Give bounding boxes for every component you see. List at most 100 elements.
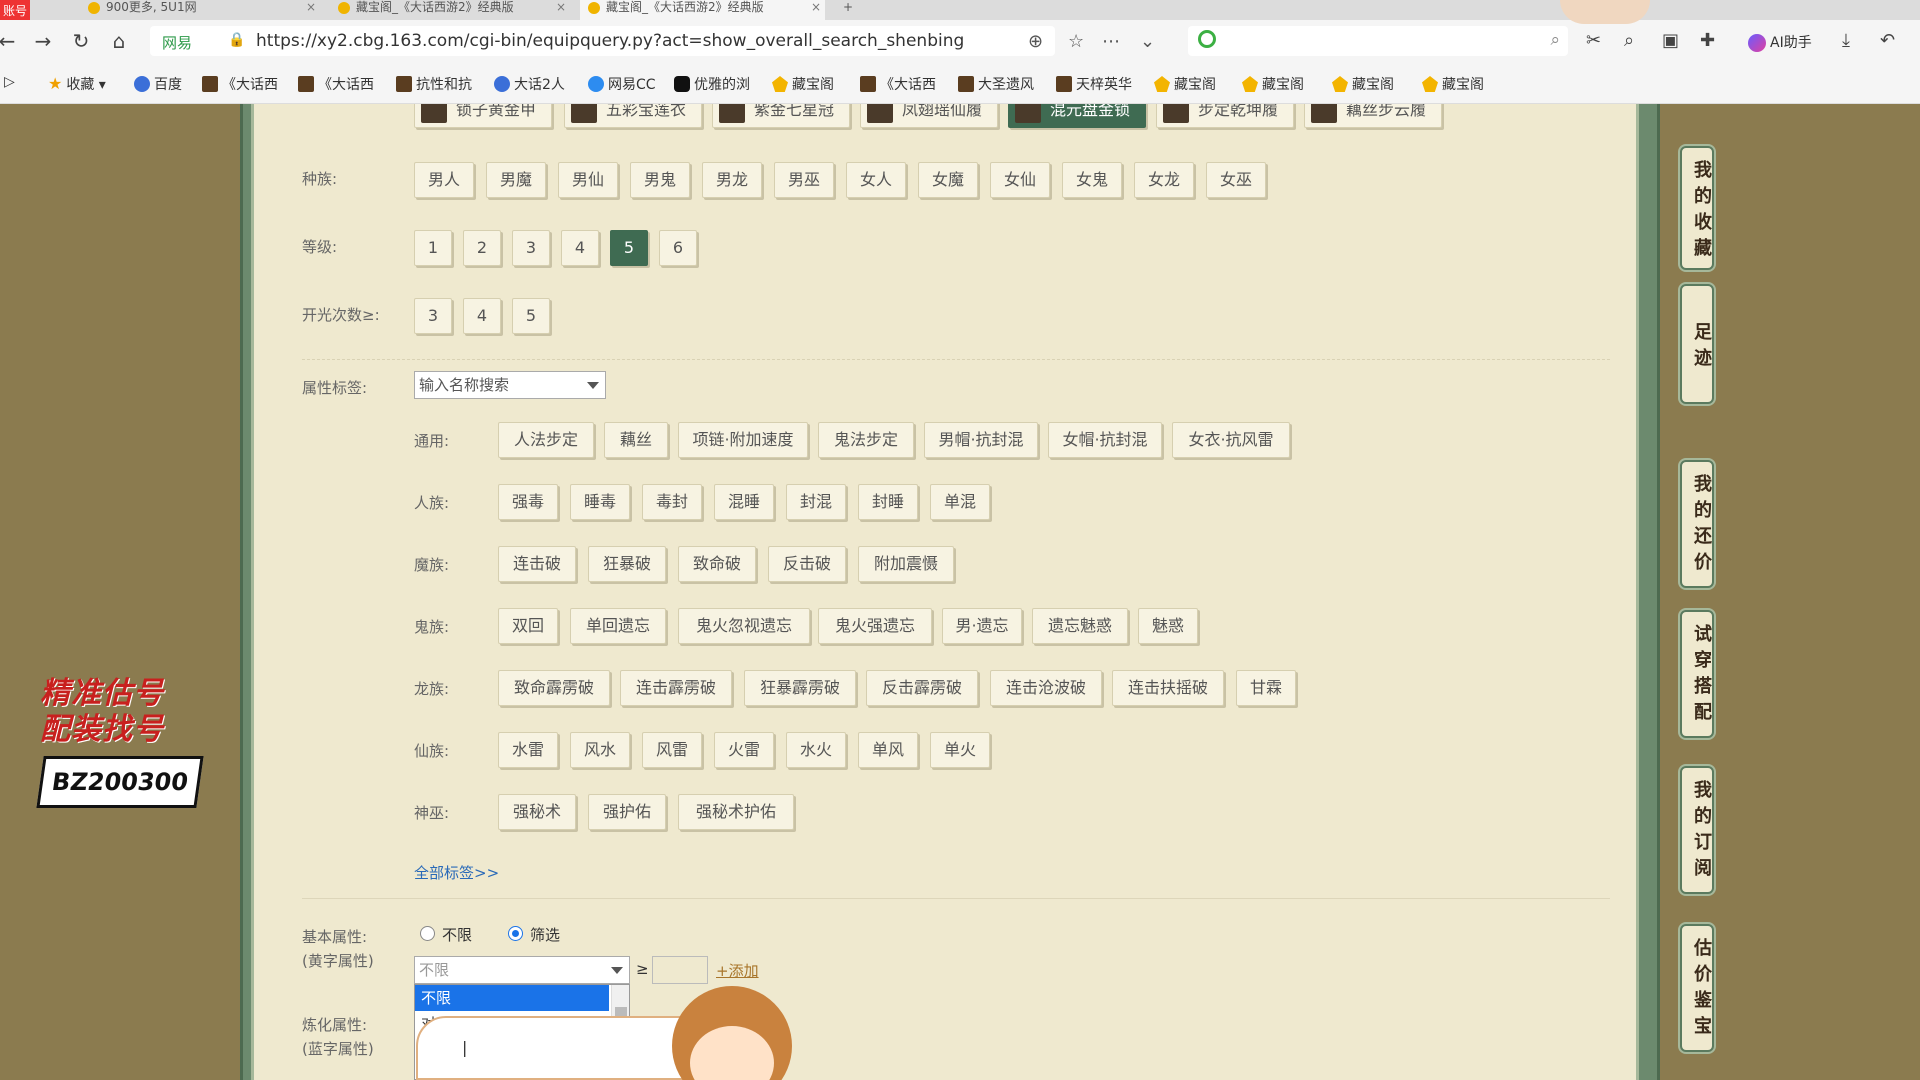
close-tab-icon[interactable]: × [811,0,821,14]
tag-button[interactable]: 人法步定 [498,422,594,458]
tag-button[interactable]: 女帽·抗封混 [1048,422,1162,458]
tag-button[interactable]: 连击扶摇破 [1112,670,1224,706]
browser-tab[interactable]: 藏宝阁_《大话西游2》经典版 × [330,0,570,20]
tag-button[interactable]: 混睡 [714,484,774,520]
tag-button[interactable]: 双回 [498,608,558,644]
bookmark-item[interactable]: 藏宝阁 [1332,74,1394,94]
basic-attr-select[interactable]: 不限 [414,956,630,984]
tag-button[interactable]: 水雷 [498,732,558,768]
tag-button[interactable]: 藕丝 [604,422,668,458]
ai-assistant-button[interactable]: AI助手 [1748,32,1812,52]
attribute-value-input[interactable] [652,956,708,984]
close-tab-icon[interactable]: × [306,0,316,14]
url-text[interactable]: https://xy2.cbg.163.com/cgi-bin/equipque… [256,31,964,51]
level-option[interactable]: 6 [659,230,697,266]
browser-tab[interactable]: 900更多, 5U1网 × [80,0,320,20]
tag-button[interactable]: 附加震慑 [858,546,954,582]
bookmark-item[interactable]: 抗性和抗 [396,74,472,94]
level-option[interactable]: 3 [512,230,550,266]
race-option[interactable]: 男龙 [702,162,762,198]
sidebar-icon[interactable]: ▣ [1662,30,1679,51]
attr-tag-search-select[interactable]: 输入名称搜索 [414,371,606,399]
tag-button[interactable]: 遗忘魅惑 [1032,608,1128,644]
tag-button[interactable]: 单风 [858,732,918,768]
tag-button[interactable]: 项链·附加速度 [678,422,808,458]
tag-button[interactable]: 睡毒 [570,484,630,520]
bookmark-item[interactable]: 大圣遗风 [958,74,1034,94]
race-option[interactable]: 男仙 [558,162,618,198]
tag-button[interactable]: 单回遗忘 [570,608,666,644]
item-button[interactable]: 五彩宝莲衣 [564,104,702,128]
menu-appraisal[interactable]: 估价鉴宝 [1680,924,1714,1052]
item-button-selected[interactable]: 混元盘金锁 [1008,104,1146,128]
sidebar-toggle-icon[interactable]: ▷ [4,74,15,90]
kaiguang-option[interactable]: 5 [512,298,550,334]
race-option[interactable]: 女龙 [1134,162,1194,198]
browser-tab-active[interactable]: 藏宝阁_《大话西游2》经典版 × [580,0,825,20]
bookmark-item[interactable]: 网易CC [588,74,656,94]
tag-button[interactable]: 反击霹雳破 [866,670,978,706]
radio-filter[interactable] [508,926,523,941]
chevron-down-icon[interactable]: ⌄ [1140,31,1155,52]
bookmark-item[interactable]: 百度 [134,74,182,94]
bookmark-item[interactable]: 天梓英华 [1056,74,1132,94]
menu-my-counteroffers[interactable]: 我的还价 [1680,460,1714,588]
item-button[interactable]: 紫金七星冠 [712,104,850,128]
race-option[interactable]: 男巫 [774,162,834,198]
tag-button[interactable]: 甘霖 [1236,670,1296,706]
tag-button[interactable]: 男帽·抗封混 [924,422,1038,458]
address-bar[interactable]: 网易 🔒 https://xy2.cbg.163.com/cgi-bin/equ… [150,26,1155,56]
level-option[interactable]: 2 [463,230,501,266]
tag-button[interactable]: 鬼火忽视遗忘 [678,608,810,644]
bookmark-item[interactable]: 《大话西 [298,74,374,94]
kaiguang-option[interactable]: 3 [414,298,452,334]
tag-button[interactable]: 男·遗忘 [942,608,1022,644]
tag-button[interactable]: 强秘术 [498,794,576,830]
forward-icon[interactable]: → [30,28,56,54]
bookmark-star-icon[interactable]: ☆ [1068,31,1084,52]
kaiguang-option[interactable]: 4 [463,298,501,334]
bookmark-item[interactable]: 藏宝阁 [772,74,834,94]
tag-button[interactable]: 致命破 [678,546,756,582]
bookmark-item[interactable]: 优雅的浏 [674,74,750,94]
extensions-icon[interactable]: ✚ [1700,30,1715,51]
dropdown-option[interactable]: 不限 [415,985,609,1011]
download-icon[interactable]: ⤓ [1842,30,1850,51]
tag-button[interactable]: 单火 [930,732,990,768]
more-icon[interactable]: ⋯ [1102,31,1120,52]
menu-my-favorites[interactable]: 我的收藏 [1680,146,1714,270]
tag-button[interactable]: 反击破 [768,546,846,582]
radio-unlimited[interactable] [420,926,435,941]
tag-button[interactable]: 火雷 [714,732,774,768]
race-option[interactable]: 男魔 [486,162,546,198]
home-icon[interactable]: ⌂ [106,28,132,54]
menu-footprint[interactable]: 足迹 [1680,284,1714,404]
item-button[interactable]: 凤翅瑶仙履 [860,104,998,128]
menu-try-on[interactable]: 试穿搭配 [1680,610,1714,738]
race-option[interactable]: 女魔 [918,162,978,198]
race-option[interactable]: 男鬼 [630,162,690,198]
add-attribute-link[interactable]: +添加 [716,960,759,981]
tag-button[interactable]: 女衣·抗风雷 [1172,422,1290,458]
tag-button[interactable]: 强护佑 [588,794,666,830]
race-option[interactable]: 女仙 [990,162,1050,198]
tag-button[interactable]: 致命霹雳破 [498,670,610,706]
tag-button[interactable]: 强毒 [498,484,558,520]
tag-button[interactable]: 狂暴霹雳破 [744,670,856,706]
close-tab-icon[interactable]: × [556,0,566,14]
tag-button[interactable]: 毒封 [642,484,702,520]
tag-button[interactable]: 风雷 [642,732,702,768]
chat-input-overlay[interactable]: | [416,1016,716,1080]
scissors-icon[interactable]: ✂ [1586,30,1601,51]
bookmark-item[interactable]: ★ 收藏 ▾ [48,74,106,94]
level-option[interactable]: 1 [414,230,452,266]
undo-icon[interactable]: ↶ [1880,30,1895,51]
reload-icon[interactable]: ↻ [68,28,94,54]
item-button[interactable]: 锁子黄金甲 [414,104,552,128]
bookmark-item[interactable]: 藏宝阁 [1154,74,1216,94]
tag-button[interactable]: 风水 [570,732,630,768]
race-option[interactable]: 男人 [414,162,474,198]
tag-button[interactable]: 连击霹雳破 [620,670,732,706]
tag-button[interactable]: 连击破 [498,546,576,582]
bookmark-item[interactable]: 大话2人 [494,74,565,94]
